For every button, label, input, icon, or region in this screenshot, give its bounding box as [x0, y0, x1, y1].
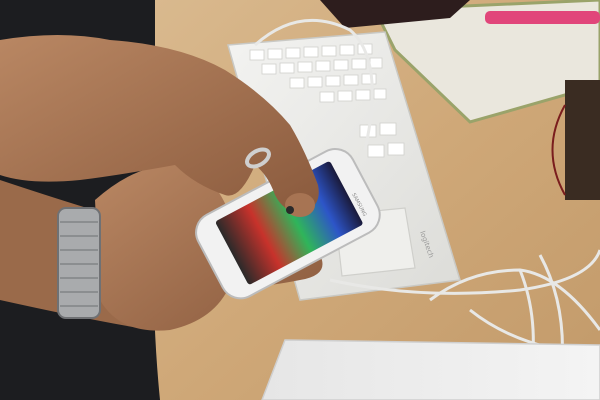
photo-illustration: logitech SAMSUNG: [0, 0, 600, 400]
wrist-watch: [57, 207, 101, 319]
electronics-board: [565, 80, 600, 200]
photo-scene: logitech SAMSUNG: [0, 0, 600, 400]
phone-camera: [286, 206, 294, 214]
pink-marker: [485, 11, 600, 24]
laptop-corner: [261, 339, 600, 400]
